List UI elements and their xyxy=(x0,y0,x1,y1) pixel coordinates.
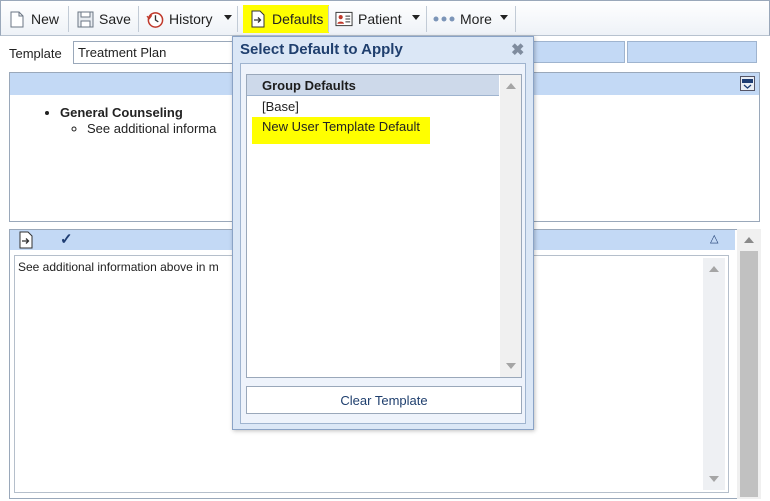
patient-button[interactable]: Patient xyxy=(335,5,402,33)
save-button[interactable]: Save xyxy=(76,5,131,33)
item-subtext: See additional informa xyxy=(87,121,217,136)
patient-label: Patient xyxy=(358,11,402,27)
list-group-header: Group Defaults xyxy=(247,75,499,96)
clear-template-label: Clear Template xyxy=(340,392,428,408)
template-label: Template xyxy=(9,46,62,61)
apply-default-icon xyxy=(249,10,267,28)
select-default-dialog: Select Default to Apply ✖ Group Defaults… xyxy=(232,36,534,430)
scroll-up-arrow-icon[interactable] xyxy=(505,83,516,89)
list-item-base[interactable]: [Base] xyxy=(262,99,299,114)
toolbar-separator xyxy=(138,6,139,32)
header-field-box xyxy=(533,41,625,63)
patient-card-icon xyxy=(335,10,353,28)
template-field[interactable]: Treatment Plan xyxy=(73,41,233,64)
list-item: General Counseling See additional inform… xyxy=(60,105,216,136)
history-clock-icon xyxy=(146,10,164,28)
new-label: New xyxy=(31,11,60,27)
history-label: History xyxy=(169,11,213,27)
scroll-down-arrow-icon[interactable] xyxy=(709,476,719,482)
new-button[interactable]: New xyxy=(8,5,59,33)
more-dropdown-arrow-icon[interactable] xyxy=(500,15,508,20)
list-scrollbar[interactable] xyxy=(500,75,521,377)
more-button[interactable]: More xyxy=(433,5,492,33)
new-document-icon xyxy=(8,10,26,28)
defaults-label: Defaults xyxy=(272,11,324,27)
scroll-thumb[interactable] xyxy=(740,251,758,497)
save-disk-icon xyxy=(76,10,94,28)
patient-dropdown-arrow-icon[interactable] xyxy=(412,15,420,20)
toolbar-separator xyxy=(515,6,516,32)
scroll-down-arrow-icon[interactable] xyxy=(505,363,516,369)
history-dropdown-arrow-icon[interactable] xyxy=(224,15,232,20)
toolbar-separator xyxy=(328,6,329,32)
toolbar-separator xyxy=(237,6,238,32)
panel-toggle-icon[interactable] xyxy=(740,76,755,91)
textarea-scrollbar[interactable] xyxy=(703,258,725,490)
defaults-list: Group Defaults [Base] New User Template … xyxy=(246,74,522,378)
toolbar-separator xyxy=(426,6,427,32)
close-icon[interactable]: ✖ xyxy=(511,40,524,60)
scroll-up-arrow-icon[interactable] xyxy=(744,237,754,243)
list-item-new-user-template-default[interactable]: New User Template Default xyxy=(252,117,430,144)
page-scrollbar[interactable] xyxy=(737,229,761,499)
item-heading: General Counseling xyxy=(60,105,183,120)
scroll-up-arrow-icon[interactable] xyxy=(709,266,719,272)
header-field-box xyxy=(627,41,757,63)
list-item: See additional informa xyxy=(87,121,216,136)
collapse-triangle-icon[interactable]: △ xyxy=(710,232,718,245)
more-dots-icon xyxy=(433,10,455,28)
clear-template-button[interactable]: Clear Template xyxy=(246,386,522,414)
dialog-body: Group Defaults [Base] New User Template … xyxy=(240,63,526,424)
more-label: More xyxy=(460,11,492,27)
history-button[interactable]: History xyxy=(146,5,213,33)
toolbar-separator xyxy=(68,6,69,32)
insert-document-icon[interactable] xyxy=(18,231,34,252)
dialog-title: Select Default to Apply xyxy=(240,41,403,58)
checkmark-icon[interactable]: ✓ xyxy=(60,230,73,248)
save-label: Save xyxy=(99,11,131,27)
toolbar: New Save History Defaults Patient More xyxy=(0,0,770,36)
upper-panel-content: General Counseling See additional inform… xyxy=(10,105,216,136)
defaults-button[interactable]: Defaults xyxy=(243,5,330,33)
